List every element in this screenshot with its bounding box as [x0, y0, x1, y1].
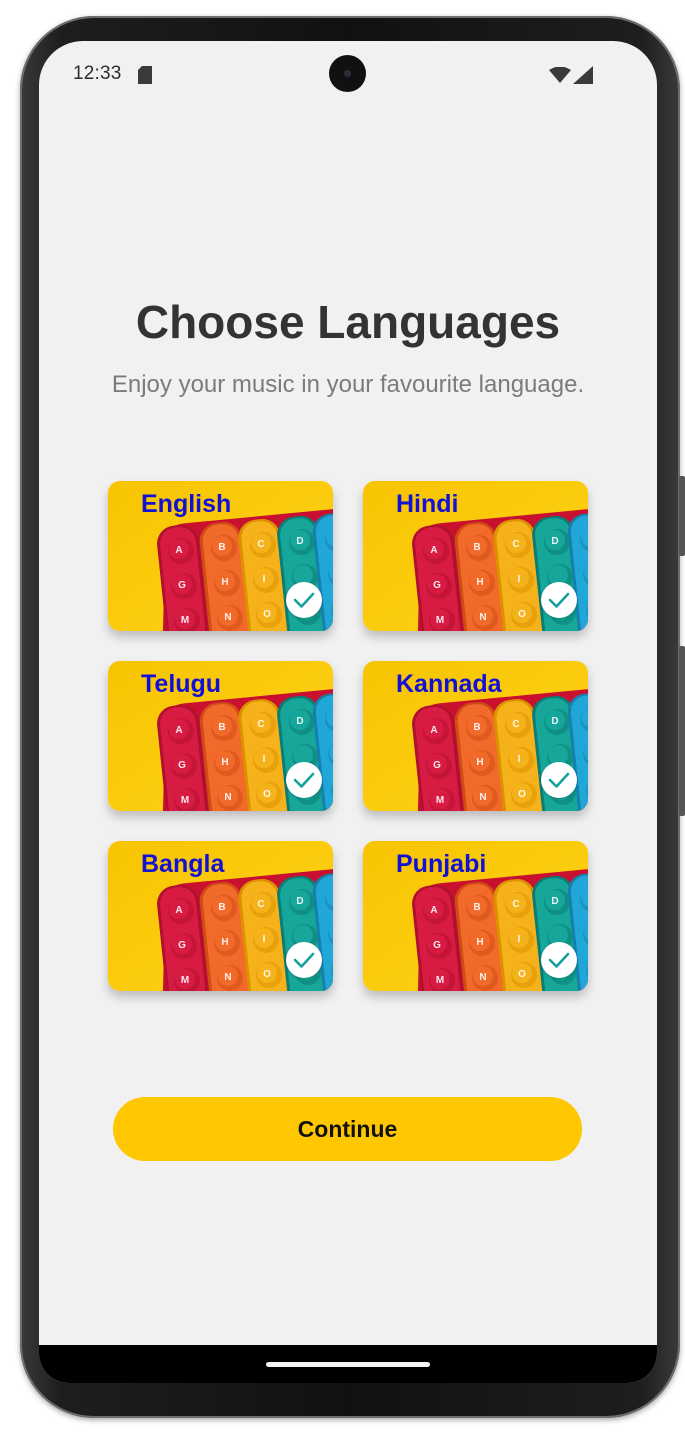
svg-text:B: B — [218, 722, 225, 733]
language-card-telugu[interactable]: A G M B H N C I O D Telugu — [108, 661, 333, 811]
volume-button — [679, 646, 685, 816]
svg-text:A: A — [175, 725, 182, 736]
svg-text:M: M — [181, 795, 189, 806]
svg-text:N: N — [224, 972, 231, 983]
svg-text:A: A — [430, 725, 437, 736]
screen: 12:33 Choose Languages Enjoy your music … — [39, 41, 657, 1383]
svg-text:G: G — [178, 580, 186, 591]
check-icon — [286, 762, 322, 798]
check-icon — [286, 582, 322, 618]
svg-text:N: N — [479, 792, 486, 803]
language-card-bangla[interactable]: A G M B H N C I O D Bangla — [108, 841, 333, 991]
svg-text:A: A — [175, 545, 182, 556]
check-icon — [286, 942, 322, 978]
signal-icon — [573, 66, 593, 84]
svg-text:A: A — [430, 905, 437, 916]
svg-text:O: O — [518, 609, 526, 620]
svg-text:D: D — [296, 716, 303, 727]
svg-text:G: G — [178, 940, 186, 951]
svg-text:H: H — [476, 757, 483, 768]
svg-text:N: N — [224, 612, 231, 623]
svg-text:M: M — [181, 975, 189, 986]
svg-text:I: I — [518, 934, 521, 945]
svg-text:I: I — [263, 934, 266, 945]
navigation-bar — [39, 1345, 657, 1383]
svg-text:I: I — [263, 754, 266, 765]
wifi-icon — [549, 67, 571, 83]
svg-text:I: I — [263, 574, 266, 585]
home-indicator[interactable] — [266, 1362, 430, 1367]
svg-text:H: H — [221, 937, 228, 948]
svg-text:G: G — [433, 580, 441, 591]
language-card-kannada[interactable]: A G M B H N C I O D Kannada — [363, 661, 588, 811]
svg-text:N: N — [479, 612, 486, 623]
svg-text:H: H — [476, 937, 483, 948]
svg-text:I: I — [518, 574, 521, 585]
language-card-punjabi[interactable]: A G M B H N C I O D Punjabi — [363, 841, 588, 991]
svg-text:H: H — [221, 577, 228, 588]
svg-text:I: I — [518, 754, 521, 765]
status-bar: 12:33 — [39, 41, 657, 107]
svg-text:H: H — [476, 577, 483, 588]
language-label: Hindi — [396, 490, 459, 518]
svg-text:G: G — [178, 760, 186, 771]
status-time: 12:33 — [73, 63, 122, 84]
svg-text:D: D — [551, 896, 558, 907]
front-camera — [329, 55, 366, 92]
svg-text:C: C — [257, 539, 264, 550]
svg-text:D: D — [296, 896, 303, 907]
language-label: Kannada — [396, 670, 502, 698]
svg-text:D: D — [551, 716, 558, 727]
language-label: Telugu — [141, 670, 222, 698]
svg-text:N: N — [224, 792, 231, 803]
language-label: English — [141, 490, 232, 518]
svg-text:M: M — [436, 975, 444, 986]
svg-text:C: C — [512, 899, 519, 910]
language-card-english[interactable]: A G M B H N C I O D English — [108, 481, 333, 631]
check-icon — [541, 762, 577, 798]
check-icon — [541, 582, 577, 618]
svg-text:M: M — [181, 615, 189, 626]
svg-text:M: M — [436, 795, 444, 806]
check-icon — [541, 942, 577, 978]
svg-text:O: O — [263, 609, 271, 620]
power-button — [679, 476, 685, 556]
svg-text:D: D — [551, 536, 558, 547]
svg-text:B: B — [218, 542, 225, 553]
svg-text:M: M — [436, 615, 444, 626]
language-label: Bangla — [141, 850, 225, 878]
svg-text:C: C — [512, 719, 519, 730]
svg-text:H: H — [221, 757, 228, 768]
svg-text:B: B — [218, 902, 225, 913]
sd-card-icon — [138, 66, 152, 84]
svg-text:A: A — [175, 905, 182, 916]
svg-text:C: C — [512, 539, 519, 550]
language-card-hindi[interactable]: A G M B H N C I O D Hindi — [363, 481, 588, 631]
svg-text:B: B — [473, 902, 480, 913]
svg-text:B: B — [473, 542, 480, 553]
svg-text:G: G — [433, 760, 441, 771]
svg-text:N: N — [479, 972, 486, 983]
svg-text:O: O — [518, 789, 526, 800]
svg-text:O: O — [518, 969, 526, 980]
language-label: Punjabi — [396, 850, 487, 878]
device-frame: 12:33 Choose Languages Enjoy your music … — [20, 16, 685, 1418]
svg-text:O: O — [263, 969, 271, 980]
svg-text:O: O — [263, 789, 271, 800]
page-title: Choose Languages — [135, 296, 561, 348]
page-subtitle: Enjoy your music in your favourite langu… — [111, 371, 585, 398]
svg-text:G: G — [433, 940, 441, 951]
continue-button[interactable]: Continue — [113, 1097, 582, 1161]
svg-text:C: C — [257, 899, 264, 910]
svg-text:B: B — [473, 722, 480, 733]
svg-text:D: D — [296, 536, 303, 547]
svg-text:A: A — [430, 545, 437, 556]
svg-text:C: C — [257, 719, 264, 730]
